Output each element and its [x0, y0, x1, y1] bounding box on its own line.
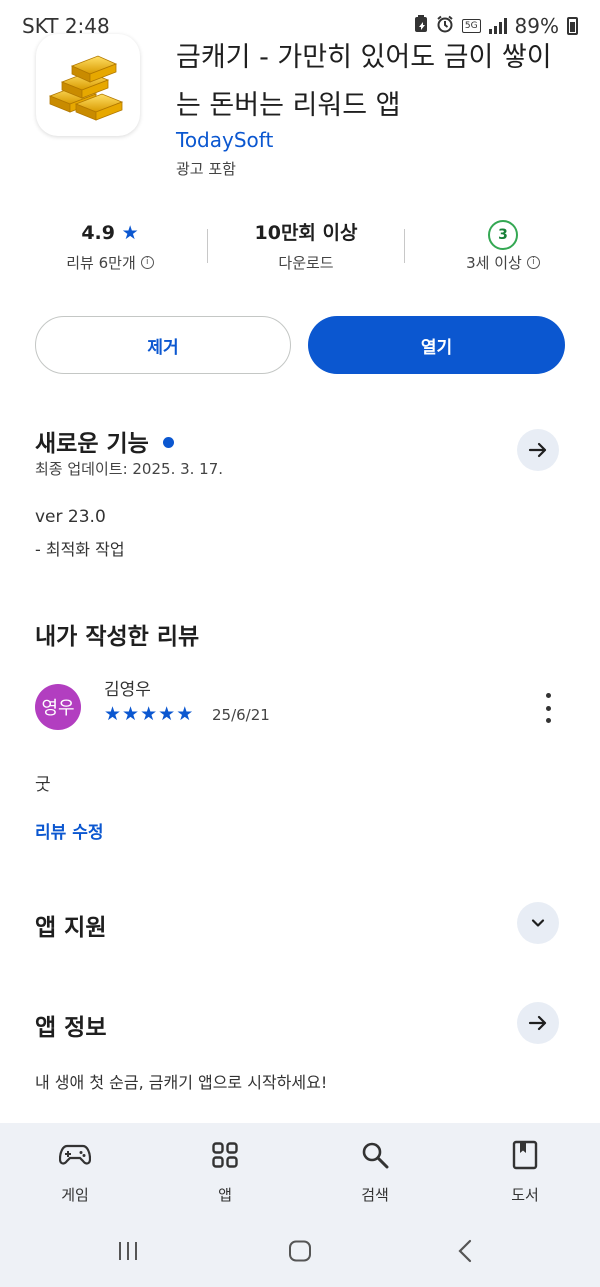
nav-label: 앱: [218, 1186, 232, 1204]
battery-icon: [567, 17, 578, 35]
star-icon: ★: [121, 222, 139, 244]
whats-new-title: 새로운 기능: [35, 431, 149, 457]
recent-apps-icon: [119, 1242, 137, 1260]
review-stars: ★ ★ ★ ★ ★: [104, 703, 193, 725]
age-rating-stat[interactable]: 3 3세 이상 i: [418, 218, 588, 273]
release-note: - 최적화 작업: [35, 540, 125, 559]
star-icon: ★: [104, 703, 122, 725]
home-button[interactable]: [282, 1236, 318, 1266]
age-rating-label: 3세 이상: [466, 254, 522, 272]
nav-label: 게임: [61, 1186, 89, 1204]
app-icon: [36, 34, 140, 136]
app-title: 금캐기 - 가만히 있어도 금이 쌓이는 돈버는 리워드 앱: [176, 42, 552, 121]
divider: [404, 229, 405, 263]
star-icon: ★: [122, 703, 140, 725]
age-rating-badge: 3: [488, 220, 518, 250]
downloads-label: 다운로드: [278, 254, 334, 272]
reviewer-name: 김영우: [104, 680, 151, 700]
network-5g-icon: 5G: [461, 19, 481, 33]
apps-grid-icon: [170, 1136, 280, 1174]
star-icon: ★: [176, 703, 194, 725]
divider: [207, 229, 208, 263]
search-icon: [320, 1136, 430, 1174]
signal-icon: [488, 18, 507, 34]
info-icon: i: [140, 256, 154, 269]
new-indicator-dot: [162, 437, 174, 448]
nav-apps[interactable]: 앱: [170, 1136, 280, 1205]
more-options-icon[interactable]: [538, 693, 558, 723]
my-review-title: 내가 작성한 리뷰: [35, 624, 200, 650]
downloads-stat: 10만회 이상 다운로드: [221, 218, 391, 273]
avatar: 영우: [35, 684, 81, 730]
downloads-value: 10만회 이상: [254, 222, 358, 244]
nav-label: 검색: [361, 1186, 389, 1204]
review-date: 25/6/21: [212, 706, 270, 724]
app-description: 내 생애 첫 순금, 금캐기 앱으로 시작하세요!: [35, 1073, 328, 1092]
uninstall-button[interactable]: 제거: [35, 316, 291, 374]
gamepad-icon: [20, 1136, 130, 1174]
rating-value: 4.9: [81, 222, 115, 244]
contains-ads-label: 광고 포함: [176, 160, 236, 178]
gold-bars-icon: [48, 55, 124, 121]
star-icon: ★: [158, 703, 176, 725]
arrow-right-icon: [528, 442, 547, 458]
back-icon: [458, 1239, 472, 1263]
app-support-title[interactable]: 앱 지원: [35, 908, 107, 942]
review-text: 굿: [35, 775, 51, 795]
star-icon: ★: [140, 703, 158, 725]
whats-new-header[interactable]: 새로운 기능: [35, 424, 174, 458]
info-icon: i: [526, 256, 540, 269]
app-info-arrow-button[interactable]: [517, 1002, 559, 1044]
edit-review-link[interactable]: 리뷰 수정: [35, 818, 103, 843]
nav-games[interactable]: 게임: [20, 1136, 130, 1205]
app-info-title[interactable]: 앱 정보: [35, 1008, 107, 1042]
arrow-right-icon: [528, 1015, 547, 1031]
version-text: ver 23.0: [35, 507, 106, 527]
chevron-down-icon: [531, 919, 545, 927]
back-button[interactable]: [448, 1236, 484, 1266]
home-icon: [289, 1240, 311, 1262]
nav-search[interactable]: 검색: [320, 1136, 430, 1205]
whats-new-arrow-button[interactable]: [517, 429, 559, 471]
last-updated: 최종 업데이트: 2025. 3. 17.: [35, 460, 224, 478]
nav-books[interactable]: 도서: [470, 1136, 580, 1205]
rating-stat[interactable]: 4.9 ★ 리뷰 6만개 i: [25, 218, 195, 273]
open-button[interactable]: 열기: [308, 316, 565, 374]
app-support-expand-button[interactable]: [517, 902, 559, 944]
reviews-count: 리뷰 6만개: [66, 254, 136, 272]
nav-label: 도서: [511, 1186, 539, 1204]
book-icon: [470, 1136, 580, 1174]
developer-link[interactable]: TodaySoft: [176, 128, 273, 152]
recent-apps-button[interactable]: [110, 1236, 146, 1266]
